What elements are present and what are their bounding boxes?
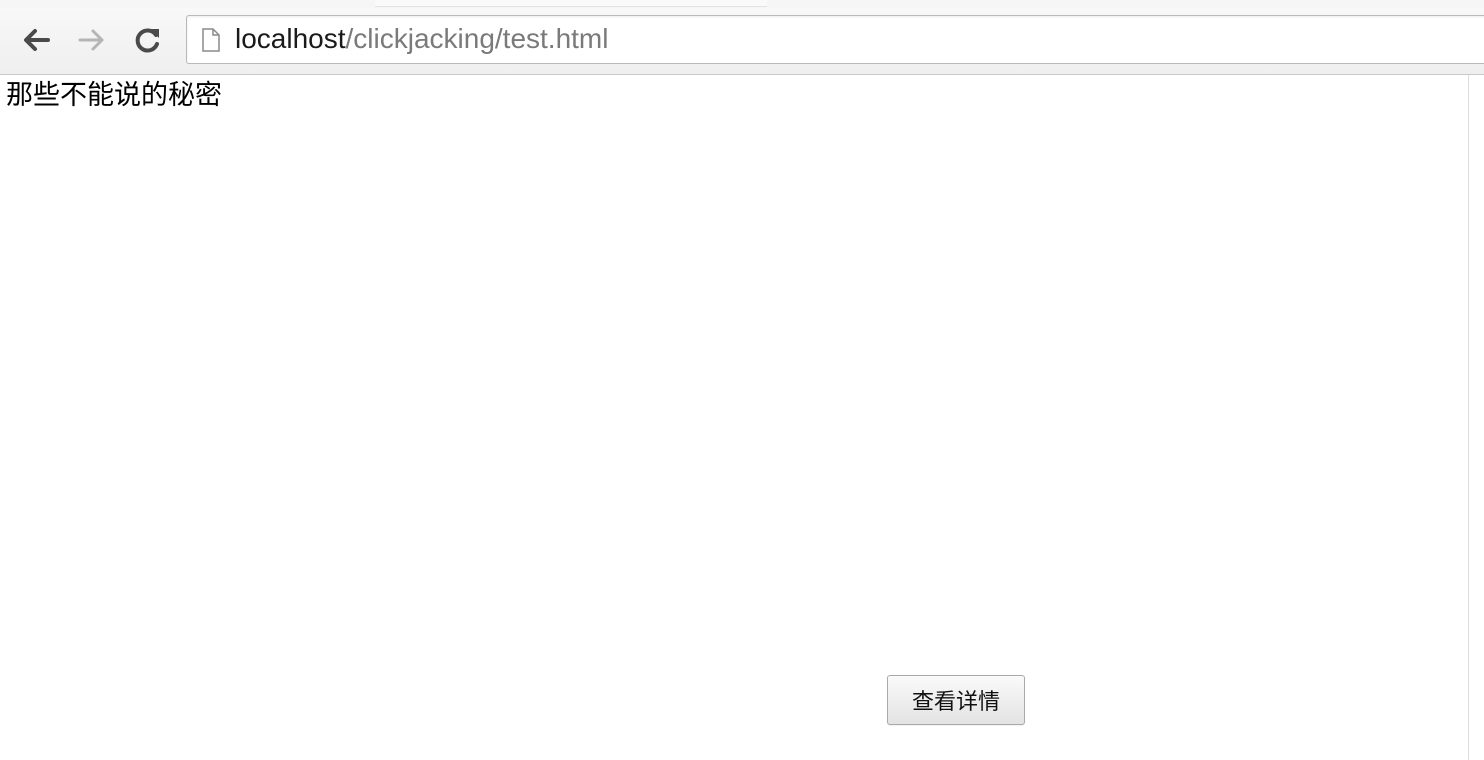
scrollbar[interactable] xyxy=(1468,75,1484,760)
arrow-left-icon xyxy=(24,29,50,51)
browser-window: localhost/clickjacking/test.html 那些不能说的秘… xyxy=(0,0,1484,760)
page-content: 那些不能说的秘密 查看详情 xyxy=(0,75,1468,760)
back-button[interactable] xyxy=(18,22,54,58)
forward-button[interactable] xyxy=(74,22,110,58)
url-text[interactable]: localhost/clickjacking/test.html xyxy=(235,22,608,56)
url-host: localhost xyxy=(235,23,346,54)
view-details-button[interactable]: 查看详情 xyxy=(887,675,1025,725)
page-heading: 那些不能说的秘密 xyxy=(6,80,222,111)
url-path: /clickjacking/test.html xyxy=(345,23,609,54)
page-icon xyxy=(202,28,220,52)
browser-toolbar: localhost/clickjacking/test.html xyxy=(0,8,1484,75)
arrow-right-icon xyxy=(78,29,104,51)
reload-button[interactable] xyxy=(130,22,166,58)
tab-strip xyxy=(0,0,1484,8)
address-bar[interactable]: localhost/clickjacking/test.html xyxy=(186,15,1484,64)
reload-icon xyxy=(135,28,159,53)
active-tab-edge[interactable] xyxy=(375,0,767,7)
